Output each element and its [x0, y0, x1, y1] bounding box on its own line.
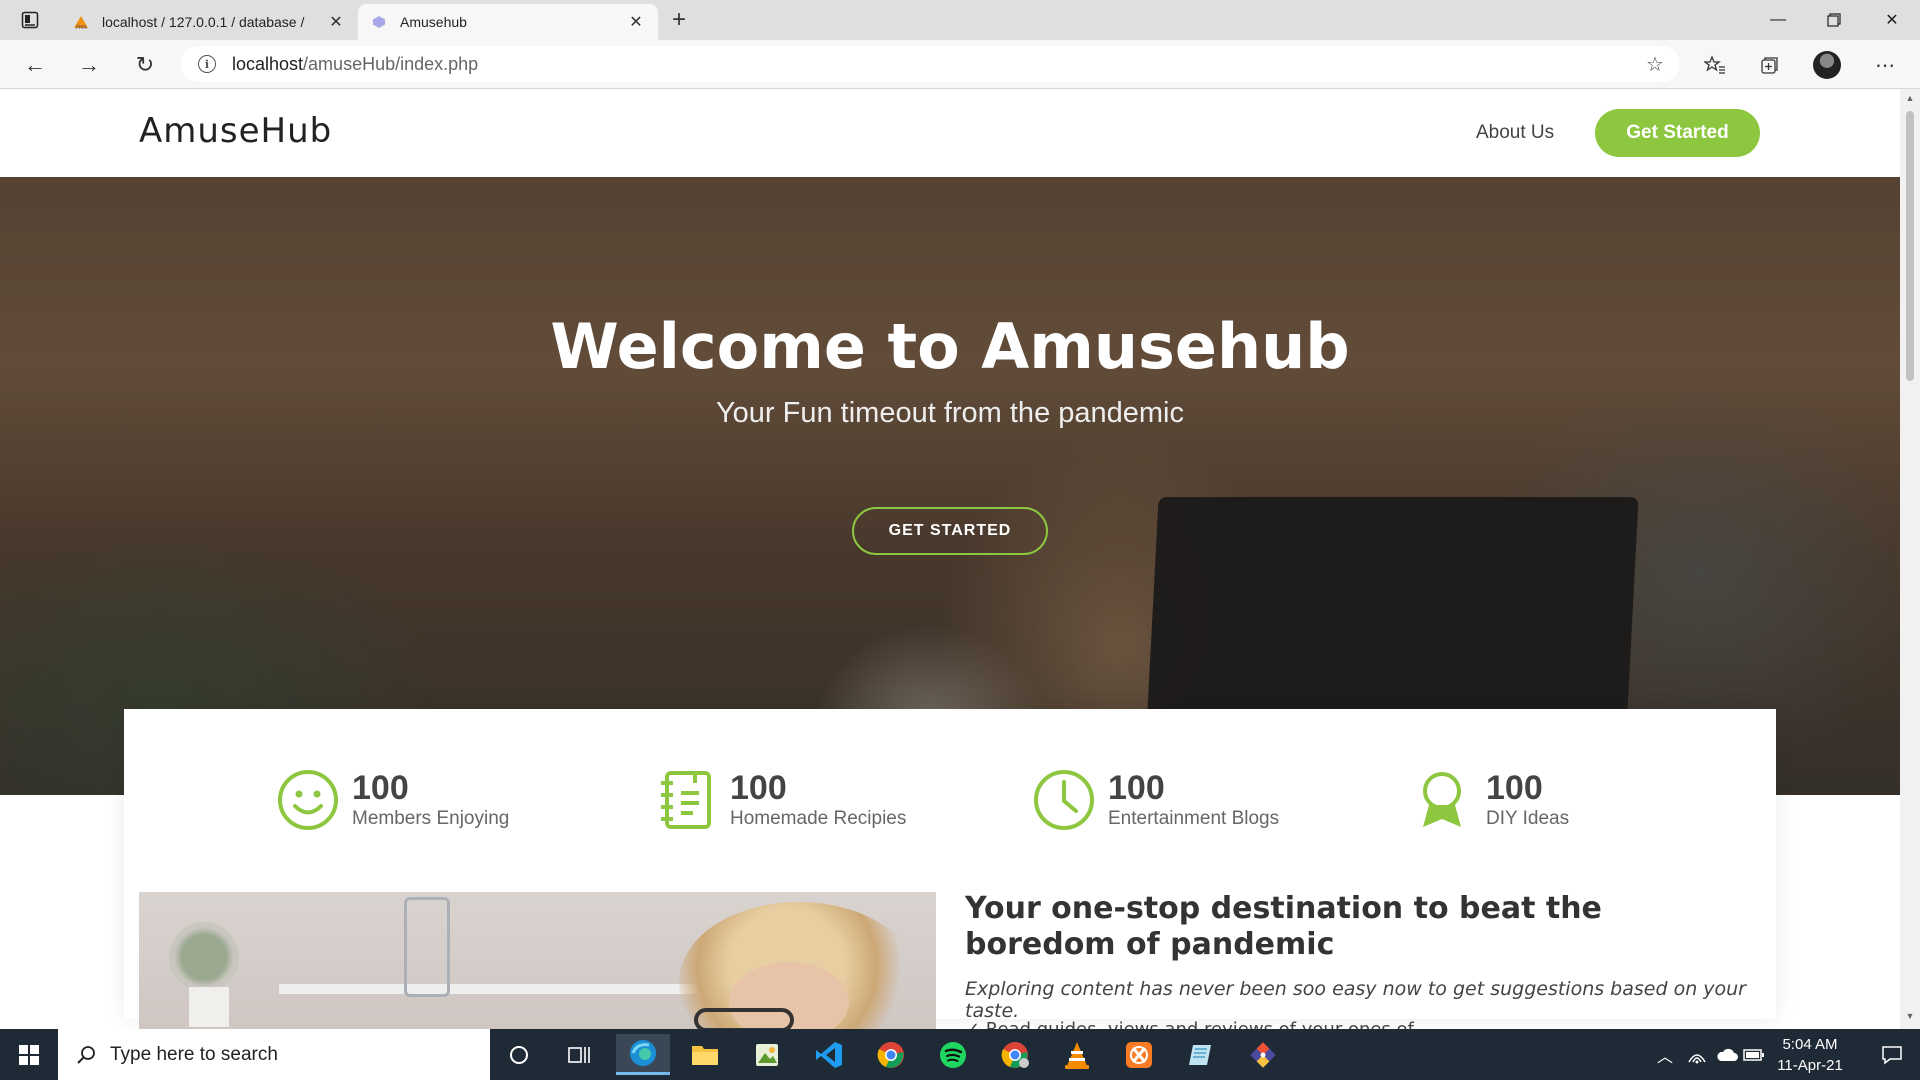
- stat-text: 100 Homemade Recipies: [730, 769, 906, 831]
- tab-title: Amusehub: [400, 14, 467, 30]
- forward-icon[interactable]: →: [72, 48, 106, 82]
- nav-get-started-button[interactable]: Get Started: [1595, 109, 1760, 157]
- search-icon: [74, 1043, 98, 1067]
- cortana-icon[interactable]: [492, 1034, 546, 1075]
- about-description: Exploring content has never been soo eas…: [965, 978, 1746, 1022]
- refresh-icon[interactable]: ↻: [128, 48, 162, 82]
- close-window-icon[interactable]: ✕: [1864, 0, 1920, 40]
- hero-title: Welcome to Amusehub: [550, 310, 1350, 383]
- image-plant: [169, 922, 239, 992]
- stat-label: DIY Ideas: [1486, 808, 1570, 829]
- svg-text:PMA: PMA: [76, 25, 87, 30]
- site-info-icon[interactable]: i: [198, 55, 216, 73]
- add-favorite-icon[interactable]: ☆: [1644, 53, 1666, 76]
- tab-bar: PMA localhost / 127.0.0.1 / database / ✕…: [0, 0, 1920, 40]
- photos-icon[interactable]: [740, 1034, 794, 1075]
- close-icon[interactable]: ✕: [326, 12, 346, 32]
- onedrive-icon[interactable]: [1712, 1029, 1742, 1080]
- page-scrollbar[interactable]: ▲ ▼: [1900, 89, 1920, 1029]
- more-options-icon[interactable]: ⋯: [1868, 48, 1902, 82]
- minimize-icon[interactable]: —: [1750, 0, 1806, 40]
- stat-value: 100: [1486, 769, 1543, 807]
- git-icon[interactable]: [1236, 1034, 1290, 1075]
- about-image: [139, 892, 936, 1029]
- tab-amusehub[interactable]: Amusehub ✕: [358, 4, 658, 40]
- site-logo[interactable]: AmuseHub: [139, 111, 332, 151]
- windows-taskbar: Type here to search ︿ 5:04 AM 11-Apr-21: [0, 1029, 1920, 1080]
- stat-text: 100 DIY Ideas: [1486, 769, 1569, 831]
- phpmyadmin-icon: PMA: [72, 13, 90, 31]
- url-path: /amuseHub/index.php: [303, 53, 479, 74]
- scroll-thumb[interactable]: [1906, 111, 1914, 381]
- stat-blogs: 100 Entertainment Blogs: [1032, 767, 1279, 833]
- file-explorer-icon[interactable]: [678, 1034, 732, 1075]
- smiley-icon: [276, 768, 340, 832]
- image-pot: [189, 987, 229, 1027]
- hero-subtitle: Your Fun timeout from the pandemic: [715, 397, 1184, 429]
- hero-section: Welcome to Amusehub Your Fun timeout fro…: [0, 177, 1900, 795]
- collections-icon[interactable]: [1753, 48, 1787, 82]
- windows-start-icon[interactable]: [0, 1029, 58, 1080]
- stat-value: 100: [730, 769, 787, 807]
- browser-toolbar: ← → ↻ i localhost/amuseHub/index.php ☆ ⋯: [0, 40, 1920, 89]
- edge-icon[interactable]: [616, 1034, 670, 1075]
- stat-diy: 100 DIY Ideas: [1410, 767, 1569, 833]
- site-header: AmuseHub About Us Get Started: [0, 89, 1900, 177]
- stat-label: Entertainment Blogs: [1108, 808, 1280, 829]
- url-text: localhost/amuseHub/index.php: [232, 54, 478, 75]
- page-viewport: AmuseHub About Us Get Started Welcome to…: [0, 89, 1900, 1029]
- taskbar-search-box[interactable]: Type here to search: [58, 1029, 490, 1080]
- notes-app-icon[interactable]: [1174, 1034, 1228, 1075]
- notebook-icon: [654, 768, 718, 832]
- image-lantern: [404, 897, 450, 997]
- profile-avatar[interactable]: [1813, 51, 1841, 79]
- about-bullet: ✓ Read guides, views and reviews of your…: [965, 1019, 1765, 1029]
- stat-members: 100 Members Enjoying: [276, 767, 509, 833]
- back-icon[interactable]: ←: [18, 48, 52, 82]
- clock-icon: [1032, 768, 1096, 832]
- chrome-profile-icon[interactable]: [988, 1034, 1042, 1075]
- scroll-up-icon[interactable]: ▲: [1904, 93, 1916, 105]
- stat-value: 100: [1108, 769, 1165, 807]
- xampp-icon[interactable]: [1112, 1034, 1166, 1075]
- award-icon: [1410, 768, 1474, 832]
- favorites-icon[interactable]: [1698, 48, 1732, 82]
- address-bar[interactable]: i localhost/amuseHub/index.php ☆: [180, 46, 1680, 82]
- stat-label: Homemade Recipies: [730, 808, 907, 829]
- stat-value: 100: [352, 769, 409, 807]
- new-tab-button[interactable]: +: [664, 6, 694, 34]
- about-heading: Your one-stop destination to beat the bo…: [965, 891, 1602, 962]
- notification-icon[interactable]: [1864, 1029, 1920, 1080]
- wifi-icon[interactable]: [1682, 1029, 1712, 1080]
- stat-recipes: 100 Homemade Recipies: [654, 767, 906, 833]
- stat-text: 100 Members Enjoying: [352, 769, 509, 831]
- restore-icon[interactable]: [1806, 0, 1862, 40]
- nav-about-link[interactable]: About Us: [1476, 122, 1554, 144]
- stat-text: 100 Entertainment Blogs: [1108, 769, 1279, 831]
- clock-time: 5:04 AM: [1782, 1036, 1838, 1053]
- spotify-icon[interactable]: [926, 1034, 980, 1075]
- tab-phpmyadmin[interactable]: PMA localhost / 127.0.0.1 / database / ✕: [60, 4, 358, 40]
- show-hidden-icons-icon[interactable]: ︿: [1650, 1029, 1680, 1080]
- chrome-icon[interactable]: [864, 1034, 918, 1075]
- tab-title: localhost / 127.0.0.1 / database /: [102, 14, 305, 30]
- task-view-icon[interactable]: [552, 1034, 606, 1075]
- vscode-icon[interactable]: [802, 1034, 856, 1075]
- vlc-icon[interactable]: [1050, 1034, 1104, 1075]
- clock-date: 11-Apr-21: [1777, 1057, 1843, 1074]
- tab-actions-icon[interactable]: [12, 7, 48, 33]
- hero-get-started-button[interactable]: GET STARTED: [852, 507, 1048, 555]
- close-icon[interactable]: ✕: [626, 12, 646, 32]
- taskbar-clock[interactable]: 5:04 AM 11-Apr-21: [1764, 1034, 1856, 1076]
- url-host: localhost: [232, 53, 304, 74]
- amusehub-icon: [370, 13, 388, 31]
- search-placeholder: Type here to search: [110, 1043, 278, 1065]
- image-glasses: [694, 1008, 794, 1029]
- hero-overlay: [0, 177, 1900, 795]
- stat-label: Members Enjoying: [352, 808, 510, 829]
- scroll-down-icon[interactable]: ▼: [1904, 1011, 1916, 1023]
